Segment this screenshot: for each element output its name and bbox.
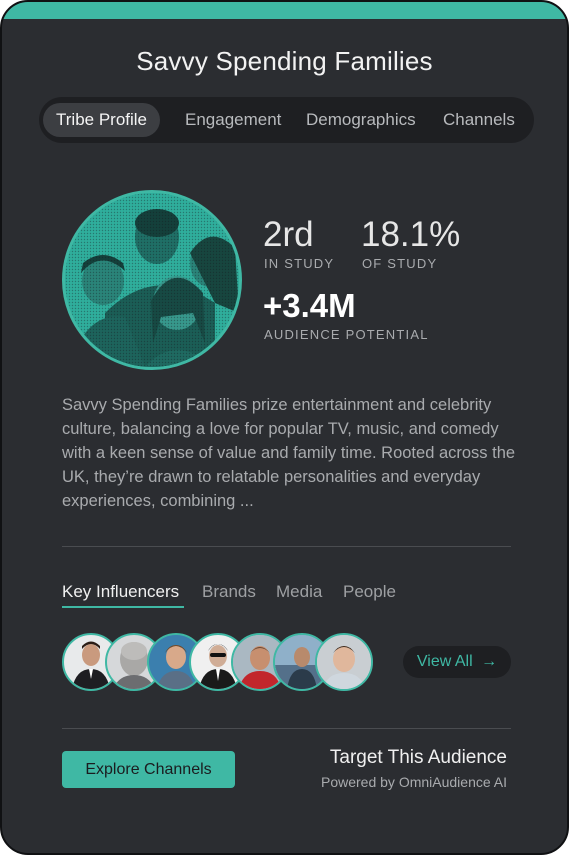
tab-engagement[interactable]: Engagement bbox=[185, 97, 281, 143]
target-audience-title[interactable]: Target This Audience bbox=[330, 747, 507, 769]
tab-channels[interactable]: Channels bbox=[443, 97, 515, 143]
tribe-description: Savvy Spending Families prize entertainm… bbox=[62, 396, 516, 510]
influencer-avatar-7[interactable] bbox=[315, 633, 373, 691]
rank-value: 2rd bbox=[263, 215, 314, 254]
page-title: Savvy Spending Families bbox=[136, 46, 433, 76]
active-subtab-indicator bbox=[62, 606, 184, 608]
subtab-media[interactable]: Media bbox=[276, 582, 322, 602]
audience-potential-value: +3.4M bbox=[263, 287, 356, 324]
arrow-right-icon: → bbox=[481, 653, 498, 670]
tab-tribe-profile[interactable]: Tribe Profile bbox=[43, 103, 161, 137]
family-photo-icon bbox=[62, 190, 242, 370]
view-all-button[interactable]: View All → bbox=[403, 646, 511, 678]
tribe-card: Savvy Spending Families Tribe Profile En… bbox=[0, 0, 569, 855]
powered-by-text: Powered by OmniAudience AI bbox=[321, 774, 507, 790]
tab-bar: Tribe Profile Engagement Demographics Ch… bbox=[39, 97, 534, 143]
tab-demographics[interactable]: Demographics bbox=[306, 97, 416, 143]
subtab-people[interactable]: People bbox=[343, 582, 396, 602]
explore-channels-button[interactable]: Explore Channels bbox=[62, 751, 235, 788]
divider bbox=[62, 546, 511, 547]
audience-potential-label: AUDIENCE POTENTIAL bbox=[264, 327, 429, 342]
accent-bar bbox=[2, 2, 567, 19]
share-label: OF STUDY bbox=[362, 256, 438, 271]
subtab-key-influencers[interactable]: Key Influencers bbox=[62, 582, 179, 602]
view-all-label: View All bbox=[416, 653, 473, 670]
share-value: 18.1% bbox=[361, 215, 461, 254]
subtab-brands[interactable]: Brands bbox=[202, 582, 256, 602]
rank-label: IN STUDY bbox=[264, 256, 335, 271]
divider bbox=[62, 728, 511, 729]
